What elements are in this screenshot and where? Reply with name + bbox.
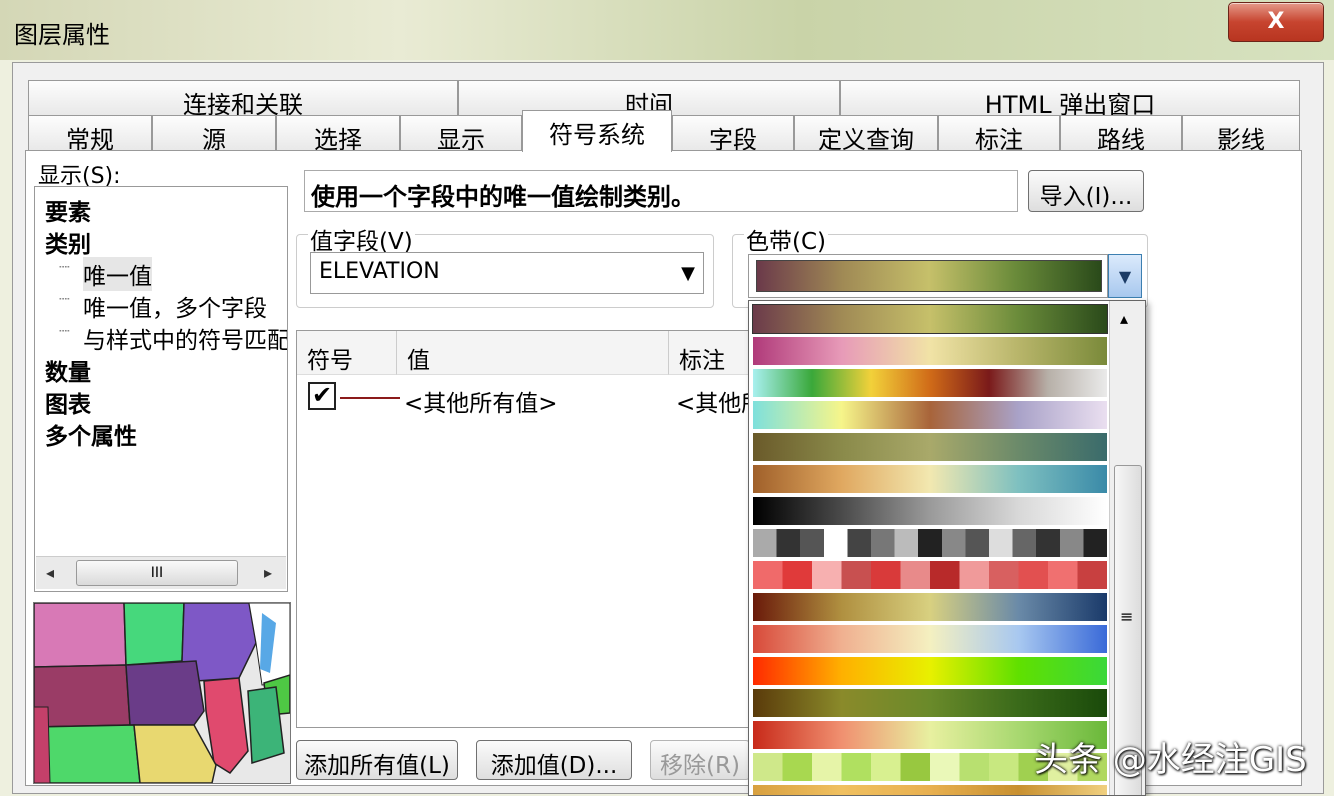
tab-definition-query[interactable]: 定义查询 [794,115,938,154]
color-ramp-option[interactable] [753,465,1107,493]
color-ramp-option[interactable] [753,433,1107,461]
import-button[interactable]: 导入(I)... [1028,170,1144,212]
chevron-down-icon[interactable]: ▼ [1108,254,1142,298]
tab-symbology[interactable]: 符号系统 [522,110,672,152]
renderer-tree[interactable]: 要素 类别 ┈ 唯一值 ┈ 唯一值，多个字段 ┈ 与样式中的符号匹配 数量 图表… [34,186,288,592]
color-ramp-option[interactable] [753,529,1107,557]
color-ramp-option[interactable] [753,657,1107,685]
color-ramp-selected [756,260,1102,292]
color-ramp-option[interactable] [753,689,1107,717]
value-field-label: 值字段(V) [308,222,415,256]
add-all-values-button[interactable]: 添加所有值(L) [296,740,458,780]
tab-display[interactable]: 显示 [400,115,522,154]
column-header-symbol[interactable]: 符号 [297,331,397,375]
tree-horizontal-scrollbar[interactable]: ◂ III ▸ [36,556,286,589]
tree-item-unique-values[interactable]: 唯一值 [83,257,152,291]
tab-hatches[interactable]: 影线 [1182,115,1300,154]
scroll-right-icon[interactable]: ▸ [264,563,272,582]
color-ramp-option[interactable] [753,337,1107,365]
tab-routes[interactable]: 路线 [1060,115,1182,154]
tree-item-categories[interactable]: 类别 [45,225,91,259]
value-field-dropdown[interactable]: ELEVATION ▼ [310,252,704,294]
color-ramp-option[interactable] [753,401,1107,429]
tree-connector: ┈ [59,257,70,278]
tree-item-features[interactable]: 要素 [45,193,91,227]
tab-general[interactable]: 常规 [28,115,152,154]
tree-item-charts[interactable]: 图表 [45,385,91,419]
tab-label: 符号系统 [549,121,645,149]
color-ramp-label: 色带(C) [744,222,829,256]
color-ramp-option[interactable] [753,625,1107,653]
scroll-left-icon[interactable]: ◂ [46,563,54,582]
renderer-preview-map [33,602,291,784]
color-ramp-option[interactable] [753,561,1107,589]
scroll-up-icon[interactable]: ▴ [1120,309,1128,328]
tab-joins-relates[interactable]: 连接和关联 [28,80,458,119]
row-visible-checkbox[interactable]: ✔ [308,382,336,410]
color-ramp-option[interactable] [753,497,1107,525]
add-values-button[interactable]: 添加值(D)... [476,740,632,780]
row-label[interactable]: <其他所有值> [676,384,748,418]
line-symbol-swatch[interactable] [340,397,400,399]
remove-button[interactable]: 移除(R) [650,740,750,780]
chevron-down-icon[interactable]: ▼ [681,263,695,284]
title-bar: 图层属性 X [0,0,1334,60]
renderer-description: 使用一个字段中的唯一值绘制类别。 [304,170,1018,212]
preview-map-image [34,603,290,783]
scroll-grip-icon: ≡ [1120,607,1134,626]
color-ramp-option[interactable] [753,785,1107,795]
color-ramp-option[interactable] [753,593,1107,621]
color-ramp-option[interactable] [753,369,1107,397]
color-ramp-option[interactable] [752,304,1108,334]
row-value[interactable]: <其他所有值> [404,384,558,418]
window-title: 图层属性 [14,21,110,49]
tab-source[interactable]: 源 [152,115,276,154]
close-button[interactable]: X [1228,2,1324,42]
remove-button-label: 移除(R) [660,753,740,779]
tree-connector: ┈ [59,321,70,342]
tab-labels[interactable]: 标注 [938,115,1060,154]
tab-selection[interactable]: 选择 [276,115,400,154]
tree-item-unique-values-many-fields[interactable]: 唯一值，多个字段 [83,289,267,323]
tree-connector: ┈ [59,289,70,310]
tab-fields[interactable]: 字段 [672,115,794,154]
popup-vertical-scrollbar[interactable]: ▴ ≡ [1109,301,1145,795]
scroll-thumb[interactable]: III [76,560,238,586]
column-header-value[interactable]: 值 [397,331,669,375]
color-ramp-popup-list[interactable]: ▴ ≡ [748,300,1146,796]
tree-item-multiple-attributes[interactable]: 多个属性 [45,417,137,451]
watermark-text: 头条 @水经注GIS [1034,740,1307,780]
tree-item-match-to-style[interactable]: 与样式中的符号匹配 [83,321,287,355]
value-field-value: ELEVATION [319,259,440,284]
tab-html-popup[interactable]: HTML 弹出窗口 [840,80,1300,119]
tree-item-quantities[interactable]: 数量 [45,353,91,387]
